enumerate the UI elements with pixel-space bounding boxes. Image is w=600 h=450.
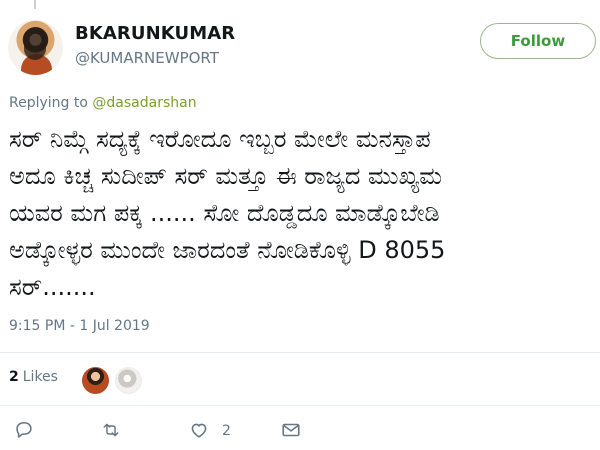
like-button[interactable]: 2: [188, 419, 233, 443]
user-handle[interactable]: @KUMARNEWPORT: [75, 49, 219, 67]
thread-connector: [34, 0, 36, 9]
actions-top-divider: [0, 405, 600, 406]
message-icon: [282, 423, 300, 437]
reply-button[interactable]: [13, 419, 37, 443]
liker-avatar-1[interactable]: [82, 367, 109, 394]
engagement-top-divider: [0, 352, 600, 353]
tweet-actions: 2: [0, 418, 600, 446]
reply-context: Replying to @dasadarshan: [9, 95, 197, 111]
display-name[interactable]: BKARUNKUMAR: [75, 23, 235, 44]
reply-context-prefix: Replying to: [9, 95, 93, 111]
likes-count[interactable]: 2: [9, 369, 19, 385]
retweet-button[interactable]: [100, 419, 126, 443]
reply-icon: [16, 421, 32, 438]
reply-mention-link[interactable]: @dasadarshan: [92, 95, 196, 111]
tweet-timestamp[interactable]: 9:15 PM - 1 Jul 2019: [9, 318, 150, 334]
likes-summary[interactable]: 2 Likes: [9, 369, 58, 385]
retweet-icon: [103, 423, 119, 437]
profile-avatar[interactable]: [8, 20, 63, 75]
follow-button[interactable]: Follow: [480, 23, 596, 59]
direct-message-button[interactable]: [280, 419, 304, 443]
liker-avatar-2[interactable]: [115, 367, 142, 394]
likes-label[interactable]: Likes: [23, 369, 58, 385]
tweet-card: BKARUNKUMAR @KUMARNEWPORT Follow Replyin…: [0, 0, 600, 450]
like-count[interactable]: 2: [222, 423, 231, 439]
tweet-text: ಸರ್ ನಿಮ್ಗೆ ಸದ್ಯಕ್ಕೆ ಇರೋದೂ ಇಬ್ಬರ ಮೇಲೇ ಮನಸ…: [9, 125, 446, 301]
like-icon: [191, 423, 207, 438]
